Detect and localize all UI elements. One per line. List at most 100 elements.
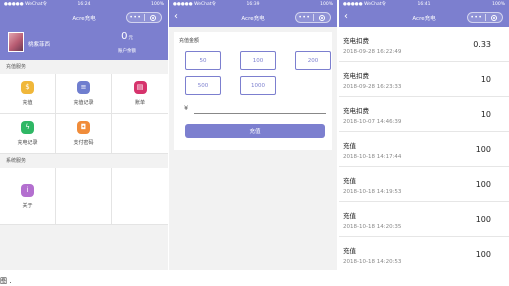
list-item[interactable]: 充值 2018-10-18 14:19:53 100: [339, 167, 509, 202]
recharge-submit-button[interactable]: 充值: [185, 124, 325, 138]
user-name: 桃紫菲西: [28, 42, 51, 48]
bill-icon: ▤: [133, 81, 147, 94]
nav-bar: ‹ Acre充电 •••: [169, 8, 337, 27]
back-arrow-icon[interactable]: ‹: [174, 11, 178, 23]
back-arrow-icon[interactable]: ‹: [344, 11, 348, 23]
record-amount: 100: [475, 145, 491, 154]
record-title: 充电扣费: [343, 107, 369, 115]
record-datetime: 2018-09-28 16:22:49: [343, 49, 402, 55]
status-bar: ●●●●● WeChat令 16:39 100%: [169, 0, 337, 8]
nav-title: Acre充电: [412, 15, 436, 22]
list-item[interactable]: 充值 2018-10-18 14:20:35 100: [339, 202, 509, 237]
list-item[interactable]: 充电扣费 2018-09-28 16:23:33 10: [339, 62, 509, 97]
service-item-3[interactable]: ϟ 充电记录: [0, 114, 56, 154]
record-amount: 0.33: [473, 40, 491, 49]
balance-unit: 元: [128, 36, 133, 41]
nav-bar: ‹ Acre充电 •••: [339, 8, 509, 27]
record-datetime: 2018-10-18 14:20:35: [343, 224, 402, 230]
balance-label: 账户余额: [118, 49, 136, 54]
nav-title: Acre充电: [241, 15, 265, 22]
more-icon[interactable]: •••: [127, 13, 144, 22]
record-amount: 100: [475, 250, 491, 259]
screenshot-root: ●●●●● WeChat令 16:24 100% Acre充电 ••• 桃紫菲西…: [0, 0, 509, 286]
amount-option-200[interactable]: 200: [295, 51, 331, 70]
balance-block[interactable]: 0元 账户余额: [113, 31, 141, 54]
service-label: 充值记录: [73, 100, 94, 106]
record-datetime: 2018-09-28 16:23:33: [343, 84, 402, 90]
lightning-icon: ϟ: [21, 121, 34, 134]
records-list: 充电扣费 2018-09-28 16:22:49 0.33 充电扣费 2018-09-2…: [339, 27, 509, 270]
record-amount: 100: [475, 215, 491, 224]
record-title: 充值: [343, 212, 356, 220]
record-title: 充值: [343, 247, 356, 255]
service-label: 充电记录: [17, 140, 38, 146]
amount-option-1000[interactable]: 1000: [240, 76, 276, 95]
carrier-text: ●●●●● WeChat令: [173, 2, 217, 7]
record-amount: 10: [480, 110, 491, 119]
account-header: 桃紫菲西 0元 账户余额: [0, 27, 168, 60]
amount-option-500[interactable]: 500: [185, 76, 221, 95]
list-item[interactable]: 充电扣费 2018-10-07 14:46:39 10: [339, 97, 509, 132]
record-amount: 100: [475, 180, 491, 189]
empty-grid-cell: [112, 168, 168, 225]
amount-option-100[interactable]: 100: [240, 51, 276, 70]
home-screen: ●●●●● WeChat令 16:24 100% Acre充电 ••• 桃紫菲西…: [0, 0, 168, 270]
record-datetime: 2018-10-18 14:19:53: [343, 189, 402, 195]
figure-caption: 图 .: [0, 277, 12, 285]
carrier-text: ●●●●● WeChat令: [343, 2, 387, 7]
clock-text: 16:39: [246, 1, 260, 7]
close-icon[interactable]: [313, 14, 330, 21]
service-label: 充值: [22, 100, 33, 106]
money-bag-icon: $: [21, 81, 34, 94]
lock-icon: ◘: [77, 121, 90, 134]
carrier-text: ●●●●● WeChat令: [4, 2, 48, 7]
info-icon: i: [21, 183, 34, 197]
record-icon: ≡: [77, 81, 90, 94]
recharge-card: 充值金额 50 100 200 500 1000 ¥ 充值: [174, 32, 332, 150]
record-title: 充电扣费: [343, 37, 369, 45]
record-amount: 10: [480, 75, 491, 84]
more-icon[interactable]: •••: [296, 13, 313, 22]
amount-option-50[interactable]: 50: [185, 51, 221, 70]
mini-program-capsule[interactable]: •••: [295, 12, 331, 23]
balance-amount: 0: [121, 31, 128, 42]
mini-program-capsule[interactable]: •••: [126, 12, 162, 23]
list-item[interactable]: 充值 2018-10-18 14:17:44 100: [339, 132, 509, 167]
nav-bar: Acre充电 •••: [0, 8, 168, 27]
mini-program-capsule[interactable]: •••: [467, 12, 503, 23]
status-bar: ●●●●● WeChat令 16:24 100%: [0, 0, 168, 8]
recharge-services-grid: $ 充值 ≡ 充值记录 ▤ 账单 ϟ 充电记录 ◘ 支付密码: [0, 74, 168, 154]
empty-grid-cell: [56, 168, 112, 225]
record-title: 充值: [343, 177, 356, 185]
service-label: 支付密码: [73, 140, 94, 146]
list-item[interactable]: 充值 2018-10-18 14:20:53 100: [339, 237, 509, 270]
avatar[interactable]: [8, 32, 24, 52]
records-screen: ●●●●● WeChat令 16:41 100% ‹ Acre充电 ••• 充电…: [339, 0, 509, 270]
close-icon[interactable]: [144, 14, 161, 21]
more-icon[interactable]: •••: [468, 13, 485, 22]
list-item[interactable]: 充电扣费 2018-09-28 16:22:49 0.33: [339, 27, 509, 62]
custom-amount-input[interactable]: [194, 113, 326, 114]
battery-text: 100%: [320, 1, 333, 7]
battery-text: 100%: [492, 1, 505, 7]
service-label: 账单: [134, 100, 145, 106]
service-item-4[interactable]: ◘ 支付密码: [56, 114, 112, 154]
currency-symbol: ¥: [184, 104, 189, 112]
empty-grid-cell: [112, 114, 168, 154]
nav-title: Acre充电: [72, 15, 96, 22]
section-title-recharge: 充值服务: [0, 60, 168, 74]
service-item-1[interactable]: ≡ 充值记录: [56, 74, 112, 114]
record-datetime: 2018-10-18 14:17:44: [343, 154, 402, 160]
recharge-screen: ●●●●● WeChat令 16:39 100% ‹ Acre充电 ••• 充值…: [169, 0, 337, 270]
record-title: 充电扣费: [343, 72, 369, 80]
system-item-0[interactable]: i 关于: [0, 168, 56, 225]
status-bar: ●●●●● WeChat令 16:41 100%: [339, 0, 509, 8]
service-item-0[interactable]: $ 充值: [0, 74, 56, 114]
recharge-amount-title: 充值金额: [179, 38, 200, 44]
clock-text: 16:24: [77, 1, 91, 7]
record-title: 充值: [343, 142, 356, 150]
close-icon[interactable]: [485, 14, 502, 21]
clock-text: 16:41: [417, 1, 431, 7]
service-item-2[interactable]: ▤ 账单: [112, 74, 168, 114]
record-datetime: 2018-10-18 14:20:53: [343, 259, 402, 265]
